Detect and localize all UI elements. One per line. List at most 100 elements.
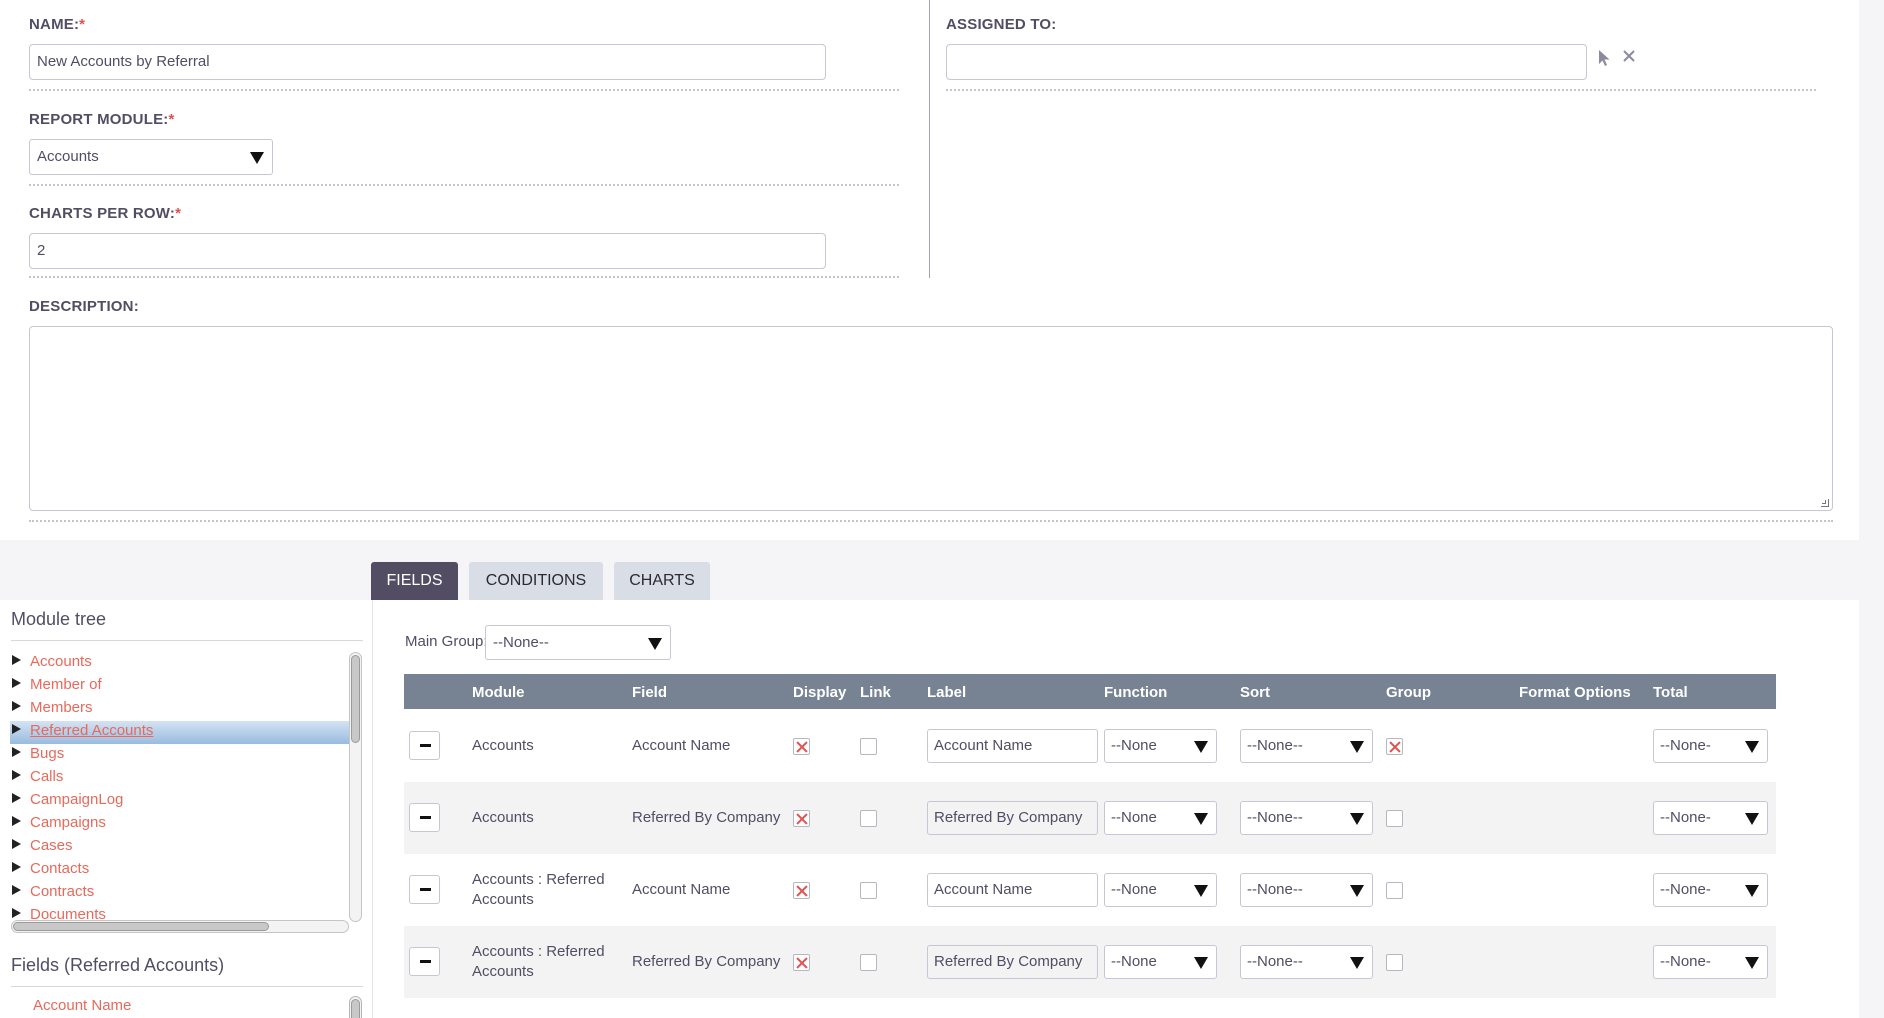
select-cursor-icon[interactable]	[1598, 49, 1612, 72]
function-select[interactable]: --None	[1104, 801, 1217, 835]
row-module-text: Accounts	[472, 737, 534, 754]
field-separator	[29, 276, 899, 278]
fields-table-header: Module Field Display Link Label Function…	[404, 674, 1776, 709]
description-textarea[interactable]	[29, 326, 1833, 511]
report-module-value: Accounts	[37, 148, 99, 165]
remove-field-button[interactable]	[409, 947, 440, 976]
sort-select[interactable]: --None--	[1240, 729, 1373, 763]
expand-arrow-icon[interactable]	[12, 770, 21, 780]
tree-item-contracts[interactable]: Contracts	[12, 882, 94, 905]
label-input[interactable]: Referred By Company	[927, 945, 1098, 979]
row-field: Account Name	[632, 737, 731, 754]
fields-vertical-scrollbar[interactable]	[349, 996, 362, 1018]
tree-item-members[interactable]: Members	[12, 698, 93, 721]
scrollbar-thumb[interactable]	[13, 922, 269, 931]
tree-item-label[interactable]: Members	[30, 699, 93, 716]
tab-charts[interactable]: CHARTS	[614, 562, 710, 600]
charts-per-row-label-text: CHARTS PER ROW:	[29, 205, 176, 222]
report-details-panel: NAME:* New Accounts by Referral REPORT M…	[0, 0, 1859, 540]
charts-per-row-input[interactable]: 2	[29, 233, 826, 269]
label-input[interactable]: Referred By Company	[927, 801, 1098, 835]
tree-item-campaignlog[interactable]: CampaignLog	[12, 790, 123, 813]
expand-arrow-icon[interactable]	[12, 724, 21, 734]
sort-select[interactable]: --None--	[1240, 801, 1373, 835]
expand-arrow-icon[interactable]	[12, 839, 21, 849]
tree-item-accounts[interactable]: Accounts	[12, 652, 92, 675]
tree-item-documents[interactable]: Documents	[12, 905, 106, 920]
remove-field-button[interactable]	[409, 731, 440, 760]
expand-arrow-icon[interactable]	[12, 655, 21, 665]
tree-item-label[interactable]: Accounts	[30, 653, 92, 670]
total-select[interactable]: --None-	[1653, 873, 1768, 907]
total-select[interactable]: --None-	[1653, 945, 1768, 979]
tree-item-label[interactable]: Contacts	[30, 860, 89, 877]
remove-field-button[interactable]	[409, 803, 440, 832]
tab-fields[interactable]: FIELDS	[371, 562, 458, 600]
tree-item-label[interactable]: Bugs	[30, 745, 64, 762]
resize-grip-icon[interactable]	[1821, 499, 1829, 507]
expand-arrow-icon[interactable]	[12, 885, 21, 895]
group-checkbox[interactable]	[1386, 810, 1403, 827]
remove-field-button[interactable]	[409, 875, 440, 904]
display-checkbox[interactable]	[793, 738, 810, 755]
tab-conditions[interactable]: CONDITIONS	[469, 562, 603, 600]
clear-icon[interactable]	[1622, 49, 1636, 68]
scrollbar-thumb[interactable]	[351, 655, 360, 743]
function-select[interactable]: --None	[1104, 873, 1217, 907]
required-marker: *	[175, 205, 182, 222]
expand-arrow-icon[interactable]	[12, 701, 21, 711]
row-module: Accounts	[472, 808, 534, 828]
expand-arrow-icon[interactable]	[12, 908, 21, 918]
expand-arrow-icon[interactable]	[12, 678, 21, 688]
tree-item-label[interactable]: Calls	[30, 768, 63, 785]
tree-item-label[interactable]: Documents	[30, 906, 106, 920]
group-checkbox[interactable]	[1386, 738, 1403, 755]
total-select[interactable]: --None-	[1653, 801, 1768, 835]
scrollbar-thumb[interactable]	[351, 999, 360, 1018]
tree-item-label[interactable]: Contracts	[30, 883, 94, 900]
display-checkbox[interactable]	[793, 954, 810, 971]
link-checkbox[interactable]	[860, 954, 877, 971]
tree-item-label[interactable]: Member of	[30, 676, 102, 693]
tree-vertical-scrollbar[interactable]	[349, 652, 362, 922]
expand-arrow-icon[interactable]	[12, 793, 21, 803]
expand-arrow-icon[interactable]	[12, 816, 21, 826]
link-checkbox[interactable]	[860, 882, 877, 899]
tree-item-member-of[interactable]: Member of	[12, 675, 102, 698]
report-module-select[interactable]: Accounts	[29, 139, 273, 175]
link-checkbox[interactable]	[860, 810, 877, 827]
label-input[interactable]: Account Name	[927, 729, 1098, 763]
name-input[interactable]: New Accounts by Referral	[29, 44, 826, 80]
dropdown-arrow-icon	[648, 638, 662, 650]
dropdown-arrow-icon	[1194, 813, 1208, 825]
link-checkbox[interactable]	[860, 738, 877, 755]
tree-horizontal-scrollbar[interactable]	[11, 920, 349, 933]
tree-item-label[interactable]: Cases	[30, 837, 73, 854]
function-select[interactable]: --None	[1104, 729, 1217, 763]
function-select[interactable]: --None	[1104, 945, 1217, 979]
sort-select[interactable]: --None--	[1240, 873, 1373, 907]
main-group-select[interactable]: --None--	[485, 625, 671, 660]
tree-item-referred-accounts[interactable]: Referred Accounts	[10, 721, 349, 744]
group-checkbox[interactable]	[1386, 882, 1403, 899]
group-checkbox[interactable]	[1386, 954, 1403, 971]
assigned-to-input[interactable]	[946, 44, 1587, 80]
display-checkbox[interactable]	[793, 810, 810, 827]
tree-item-campaigns[interactable]: Campaigns	[12, 813, 106, 836]
tree-item-contacts[interactable]: Contacts	[12, 859, 89, 882]
tree-item-label[interactable]: Referred Accounts	[30, 722, 153, 739]
panel-divider	[372, 600, 373, 1018]
tree-item-label[interactable]: Campaigns	[30, 814, 106, 831]
label-input[interactable]: Account Name	[927, 873, 1098, 907]
tree-item-calls[interactable]: Calls	[12, 767, 63, 790]
expand-arrow-icon[interactable]	[12, 747, 21, 757]
tree-item-label[interactable]: CampaignLog	[30, 791, 123, 808]
field-item-account-name[interactable]: Account Name	[33, 997, 131, 1014]
total-select[interactable]: --None-	[1653, 729, 1768, 763]
tree-item-bugs[interactable]: Bugs	[12, 744, 64, 767]
display-checkbox[interactable]	[793, 882, 810, 899]
sort-select[interactable]: --None--	[1240, 945, 1373, 979]
expand-arrow-icon[interactable]	[12, 862, 21, 872]
row-module-text: Accounts	[472, 809, 534, 826]
tree-item-cases[interactable]: Cases	[12, 836, 73, 859]
